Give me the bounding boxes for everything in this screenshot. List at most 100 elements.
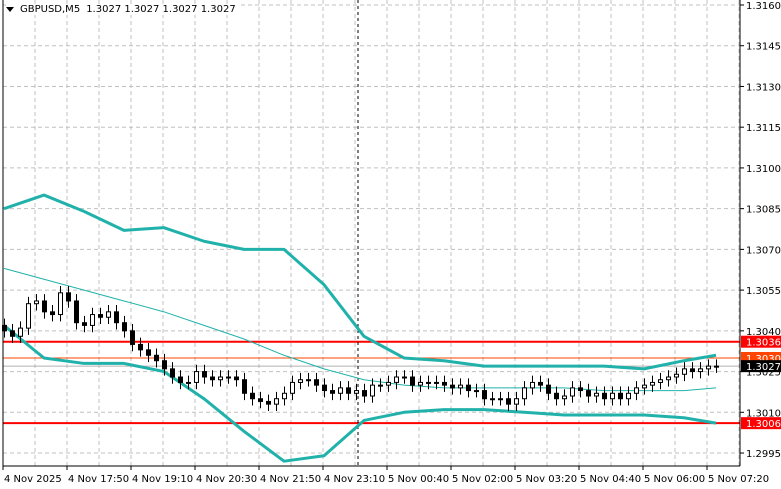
x-tick-label: 5 Nov 02:00	[452, 474, 513, 485]
candle-body	[426, 381, 431, 384]
x-tick-label: 4 Nov 2025	[4, 474, 62, 485]
candle	[282, 386, 287, 406]
candle	[602, 386, 607, 406]
candle	[650, 375, 655, 392]
candle	[714, 359, 719, 373]
candle	[242, 372, 247, 401]
price-badge-label: 1.3027	[746, 362, 781, 373]
candle-body	[650, 381, 655, 386]
bollinger-upper-band	[3, 193, 717, 371]
candle	[106, 305, 111, 325]
candle-body	[250, 392, 255, 400]
price-badge-label: 1.3036	[746, 338, 781, 349]
candle	[690, 362, 695, 379]
candle-body	[34, 300, 39, 305]
candle-body	[338, 387, 343, 394]
dropdown-triangle-icon[interactable]	[6, 7, 14, 12]
candle	[530, 375, 535, 395]
candle	[490, 391, 495, 406]
candle-body	[138, 343, 143, 351]
candle	[394, 370, 399, 390]
candle	[658, 372, 663, 390]
candle	[562, 389, 567, 406]
candle-body	[450, 384, 455, 389]
x-tick-label: 4 Nov 17:50	[68, 474, 129, 485]
candle	[330, 383, 335, 401]
x-tick-label: 5 Nov 07:20	[708, 474, 769, 485]
candle-body	[538, 381, 543, 386]
candle-body	[114, 311, 119, 324]
candle-body	[434, 381, 439, 384]
candle-body	[706, 365, 711, 370]
candle	[50, 305, 55, 322]
candle-body	[106, 311, 111, 318]
candle	[10, 324, 15, 344]
x-tick-label: 4 Nov 20:30	[196, 474, 257, 485]
y-tick-label: 1.2995	[746, 449, 781, 460]
candle-body	[626, 392, 631, 400]
chart-title: GBPUSD,M5 1.3027 1.3027 1.3027 1.3027	[6, 4, 238, 15]
candle-body	[258, 398, 263, 402]
candle-body	[362, 390, 367, 397]
candle	[210, 370, 215, 387]
chart-window[interactable]: 1.3160 1.3145 1.3130 1.3115 1.3100 1.3085 1.30…	[0, 0, 781, 489]
candle-body	[82, 322, 87, 326]
candle-body	[482, 390, 487, 400]
candle	[682, 362, 687, 382]
candle-body	[130, 330, 135, 345]
candle-body	[18, 327, 23, 337]
candle	[218, 370, 223, 387]
candle-body	[418, 381, 423, 386]
candle-body	[442, 381, 447, 386]
candle	[58, 286, 63, 322]
candle	[338, 381, 343, 401]
candle	[74, 294, 79, 330]
candle-body	[370, 384, 375, 397]
candle-body	[42, 300, 47, 313]
candle	[26, 296, 31, 335]
candle-body	[290, 381, 295, 394]
candle-body	[594, 392, 599, 397]
price-chart[interactable]: 1.3160 1.3145 1.3130 1.3115 1.3100 1.3085 1.30…	[0, 0, 781, 489]
candle-body	[330, 390, 335, 394]
candle-body	[122, 322, 127, 332]
x-tick-label: 4 Nov 19:10	[132, 474, 193, 485]
candle	[266, 394, 271, 411]
candle	[346, 381, 351, 401]
candle-body	[474, 390, 479, 393]
candle	[594, 386, 599, 403]
candle-body	[714, 365, 719, 368]
candle	[90, 307, 95, 333]
candle-body	[530, 381, 535, 389]
candle-body	[266, 400, 271, 405]
candle	[362, 383, 367, 403]
candle-body	[498, 398, 503, 401]
candle	[298, 372, 303, 390]
candle	[586, 383, 591, 403]
candle-body	[410, 376, 415, 386]
y-tick-label: 1.3115	[746, 123, 781, 134]
candle-body	[602, 392, 607, 400]
symbol-label: GBPUSD,M5	[20, 4, 81, 15]
candle	[634, 381, 639, 401]
candle-body	[458, 384, 463, 389]
candle-body	[570, 387, 575, 397]
candle-body	[610, 392, 615, 400]
candle-body	[674, 373, 679, 378]
candle-body	[98, 314, 103, 318]
candle	[474, 383, 479, 398]
candle-body	[154, 354, 159, 362]
price-badge-label: 1.3006	[746, 419, 781, 430]
candle-body	[402, 376, 407, 379]
candle	[370, 378, 375, 403]
candle-body	[394, 376, 399, 383]
candle-body	[386, 381, 391, 386]
y-tick-label: 1.3130	[746, 82, 781, 93]
candle	[42, 294, 47, 319]
candle-body	[690, 368, 695, 373]
candle-body	[514, 398, 519, 405]
candle	[442, 375, 447, 392]
candle-body	[274, 398, 279, 405]
candle-body	[490, 398, 495, 401]
candle-body	[218, 376, 223, 381]
